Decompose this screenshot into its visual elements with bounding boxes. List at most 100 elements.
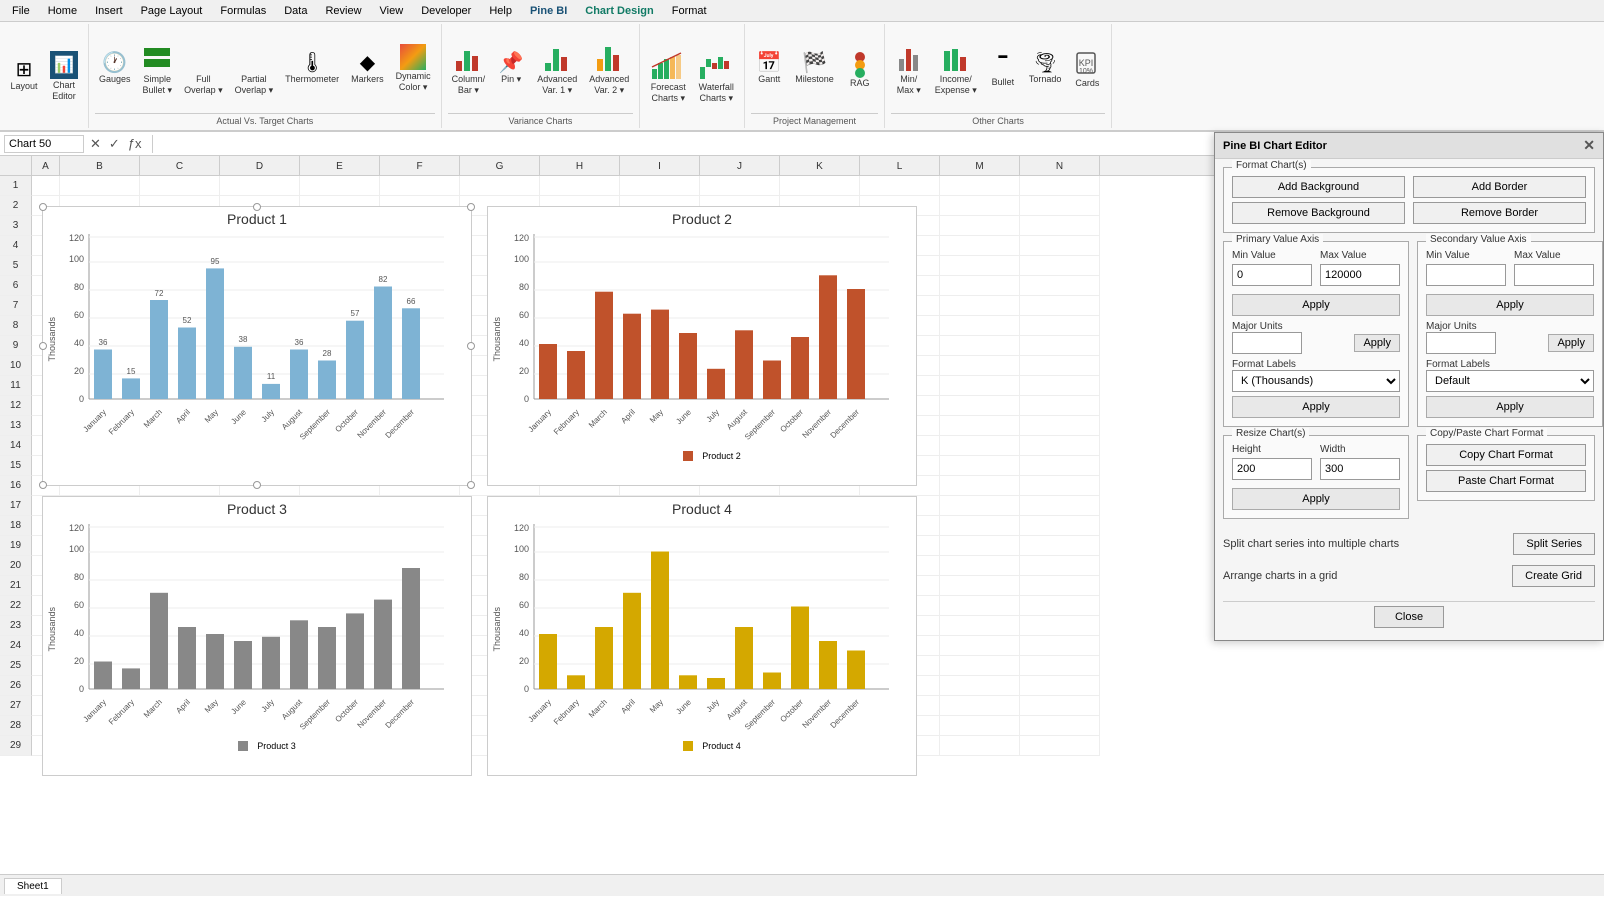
- menu-insert[interactable]: Insert: [87, 3, 131, 19]
- ribbon-thermometer-btn[interactable]: 🌡 Thermometer: [281, 51, 343, 87]
- primary-max-input[interactable]: [1320, 264, 1400, 286]
- ribbon-income-btn[interactable]: Income/Expense ▾: [931, 39, 981, 98]
- ribbon-gauges-btn[interactable]: 🕐 Gauges: [95, 51, 135, 87]
- menu-pine-bi[interactable]: Pine BI: [522, 3, 575, 19]
- col-n[interactable]: N: [1020, 156, 1100, 176]
- cell-15-n[interactable]: [1020, 456, 1100, 476]
- secondary-major-apply-btn[interactable]: Apply: [1548, 334, 1594, 352]
- cell-1-f[interactable]: [380, 176, 460, 196]
- cell-3-n[interactable]: [1020, 216, 1100, 236]
- handle-bl[interactable]: [39, 481, 47, 489]
- cell-6-n[interactable]: [1020, 276, 1100, 296]
- menu-help[interactable]: Help: [481, 3, 520, 19]
- ribbon-markers-btn[interactable]: ◆ Markers: [347, 51, 388, 87]
- col-e[interactable]: E: [300, 156, 380, 176]
- menu-review[interactable]: Review: [317, 3, 369, 19]
- col-i[interactable]: I: [620, 156, 700, 176]
- ribbon-dynamic-color-btn[interactable]: DynamicColor ▾: [392, 42, 435, 95]
- resize-height-input[interactable]: [1232, 458, 1312, 480]
- cell-16-n[interactable]: [1020, 476, 1100, 496]
- col-b[interactable]: B: [60, 156, 140, 176]
- ribbon-tornado-btn[interactable]: 🌪 Tornado: [1025, 51, 1066, 87]
- cell-17-n[interactable]: [1020, 496, 1100, 516]
- secondary-minmax-apply-btn[interactable]: Apply: [1426, 294, 1594, 316]
- cell-12-n[interactable]: [1020, 396, 1100, 416]
- cell-13-n[interactable]: [1020, 416, 1100, 436]
- secondary-major-input[interactable]: [1426, 332, 1496, 354]
- cell-25-n[interactable]: [1020, 656, 1100, 676]
- handle-br[interactable]: [467, 481, 475, 489]
- primary-format-apply-btn[interactable]: Apply: [1232, 396, 1400, 418]
- close-btn[interactable]: Close: [1374, 606, 1444, 628]
- cell-14-n[interactable]: [1020, 436, 1100, 456]
- handle-ml[interactable]: [39, 342, 47, 350]
- cell-2-n[interactable]: [1020, 196, 1100, 216]
- cell-1-i[interactable]: [620, 176, 700, 196]
- menu-page-layout[interactable]: Page Layout: [133, 3, 211, 19]
- col-a[interactable]: A: [32, 156, 60, 176]
- resize-apply-btn[interactable]: Apply: [1232, 488, 1400, 510]
- cell-8-n[interactable]: [1020, 316, 1100, 336]
- cell-23-n[interactable]: [1020, 616, 1100, 636]
- ribbon-rag-btn[interactable]: RAG: [842, 47, 878, 91]
- chart-product4[interactable]: Product 4 Thousands 0 20 40 60 80: [487, 496, 917, 776]
- copy-chart-format-btn[interactable]: Copy Chart Format: [1426, 444, 1586, 466]
- ribbon-chart-editor-btn[interactable]: 📊 ChartEditor: [46, 49, 82, 104]
- col-l[interactable]: L: [860, 156, 940, 176]
- cell-7-n[interactable]: [1020, 296, 1100, 316]
- cell-1-b[interactable]: [60, 176, 140, 196]
- ribbon-minmax-btn[interactable]: Min/Max ▾: [891, 39, 927, 98]
- ribbon-adv-var1-btn[interactable]: AdvancedVar. 1 ▾: [533, 39, 581, 98]
- menu-formulas[interactable]: Formulas: [212, 3, 274, 19]
- chart-product1[interactable]: Product 1 Thousands 0 20 40: [42, 206, 472, 486]
- create-grid-btn[interactable]: Create Grid: [1512, 565, 1595, 587]
- menu-format[interactable]: Format: [664, 3, 715, 19]
- ribbon-cards-btn[interactable]: KPI 10% Cards: [1069, 47, 1105, 91]
- cell-18-n[interactable]: [1020, 516, 1100, 536]
- split-series-btn[interactable]: Split Series: [1513, 533, 1595, 555]
- handle-tm[interactable]: [253, 203, 261, 211]
- primary-major-apply-btn[interactable]: Apply: [1354, 334, 1400, 352]
- cell-1-a[interactable]: [32, 176, 60, 196]
- secondary-min-input[interactable]: [1426, 264, 1506, 286]
- handle-mr[interactable]: [467, 342, 475, 350]
- primary-min-input[interactable]: [1232, 264, 1312, 286]
- ribbon-bullet-btn[interactable]: ▬ Bullet: [985, 48, 1021, 90]
- panel-close-btn[interactable]: ✕: [1583, 137, 1595, 154]
- cell-20-n[interactable]: [1020, 556, 1100, 576]
- col-c[interactable]: C: [140, 156, 220, 176]
- ribbon-partial-overlap-btn[interactable]: PartialOverlap ▾: [231, 39, 278, 98]
- cell-11-n[interactable]: [1020, 376, 1100, 396]
- handle-tl[interactable]: [39, 203, 47, 211]
- menu-file[interactable]: File: [4, 3, 38, 19]
- chart-product3[interactable]: Product 3 Thousands 0 20 40 60 80: [42, 496, 472, 776]
- ribbon-layout-btn[interactable]: ⊞ Layout: [6, 58, 42, 94]
- cell-26-n[interactable]: [1020, 676, 1100, 696]
- handle-tr[interactable]: [467, 203, 475, 211]
- menu-data[interactable]: Data: [276, 3, 315, 19]
- cell-1-e[interactable]: [300, 176, 380, 196]
- secondary-format-select[interactable]: Default K (Thousands) M (Millions) B (Bi…: [1426, 370, 1594, 392]
- handle-bm[interactable]: [253, 481, 261, 489]
- name-box[interactable]: [4, 135, 84, 153]
- confirm-formula-btn[interactable]: ✓: [107, 136, 122, 152]
- primary-major-input[interactable]: [1232, 332, 1302, 354]
- cell-5-n[interactable]: [1020, 256, 1100, 276]
- cell-27-n[interactable]: [1020, 696, 1100, 716]
- ribbon-column-bar-btn[interactable]: Column/Bar ▾: [448, 39, 490, 98]
- cell-1-m[interactable]: [940, 176, 1020, 196]
- ribbon-waterfall-btn[interactable]: WaterfallCharts ▾: [694, 47, 738, 106]
- cell-28-n[interactable]: [1020, 716, 1100, 736]
- col-d[interactable]: D: [220, 156, 300, 176]
- cell-1-d[interactable]: [220, 176, 300, 196]
- cell-19-n[interactable]: [1020, 536, 1100, 556]
- paste-chart-format-btn[interactable]: Paste Chart Format: [1426, 470, 1586, 492]
- cell-1-j[interactable]: [700, 176, 780, 196]
- secondary-format-apply-btn[interactable]: Apply: [1426, 396, 1594, 418]
- chart-product2[interactable]: Product 2 Thousands 0 20 40 60 80: [487, 206, 917, 486]
- menu-developer[interactable]: Developer: [413, 3, 479, 19]
- cell-9-n[interactable]: [1020, 336, 1100, 356]
- cell-1-l[interactable]: [860, 176, 940, 196]
- cell-10-n[interactable]: [1020, 356, 1100, 376]
- ribbon-adv-var2-btn[interactable]: AdvancedVar. 2 ▾: [585, 39, 633, 98]
